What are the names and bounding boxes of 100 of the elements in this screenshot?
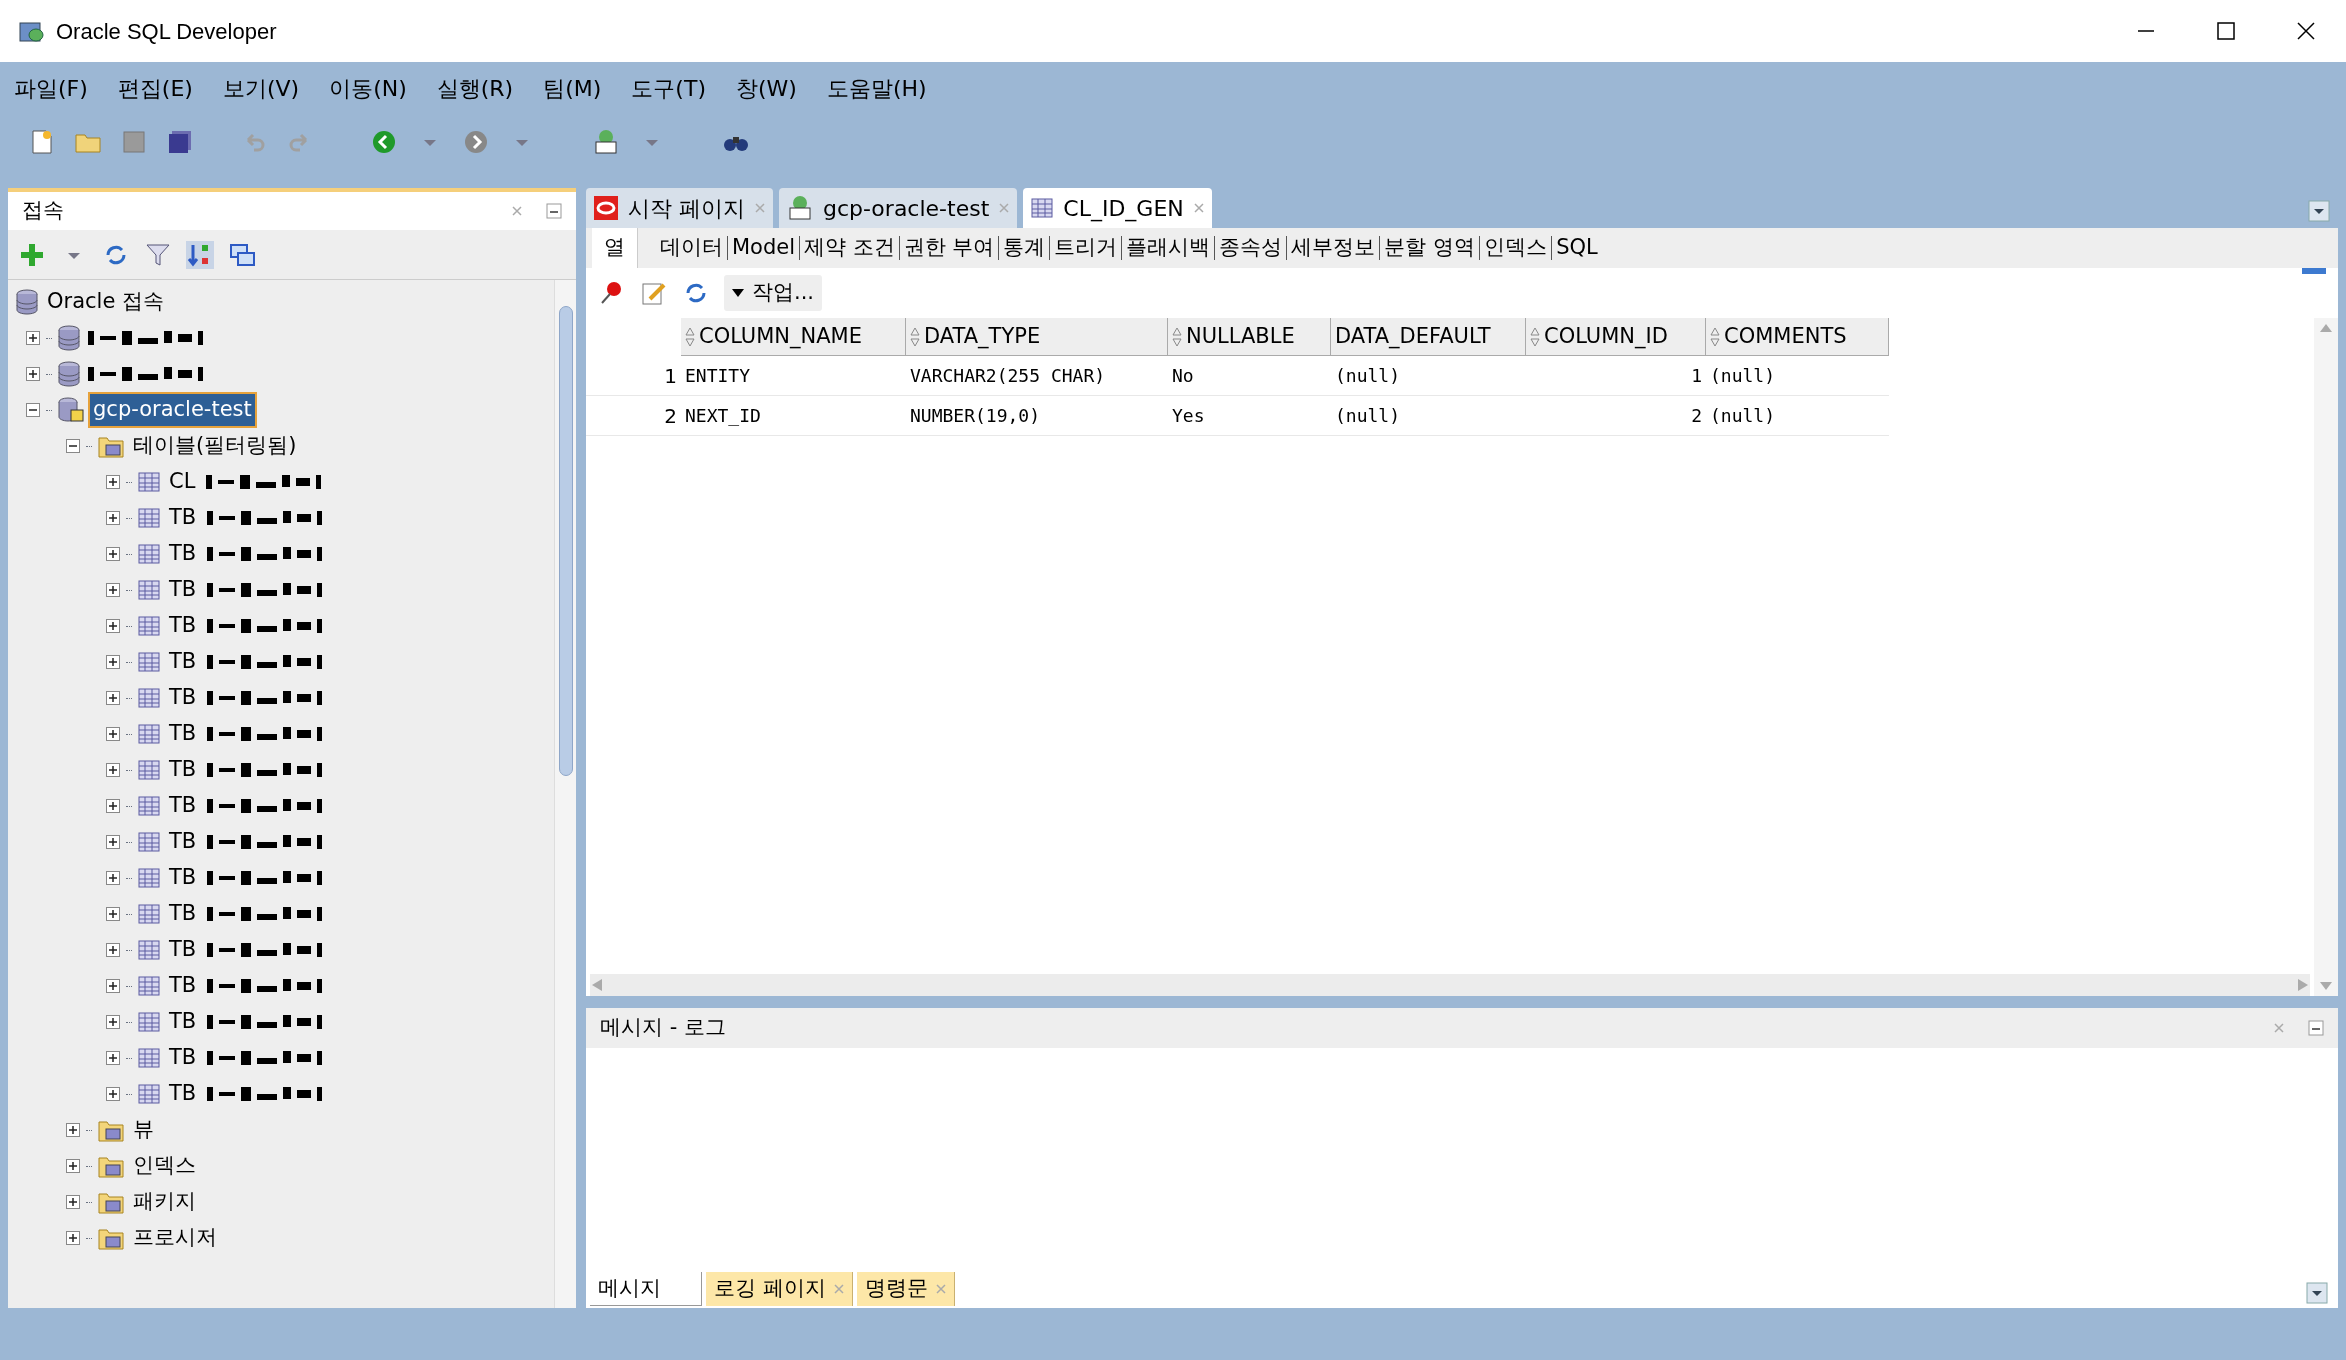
menu-item[interactable]: 파일(F)	[14, 71, 88, 105]
menu-item[interactable]: 창(W)	[735, 71, 797, 105]
column-header[interactable]: DATA_DEFAULT	[1331, 318, 1526, 356]
tree-row[interactable]: TB	[8, 932, 554, 968]
save-all-icon[interactable]	[166, 128, 194, 156]
tree-row[interactable]: TB	[8, 860, 554, 896]
menu-item[interactable]: 도움말(H)	[826, 71, 927, 105]
tree-row[interactable]: TB	[8, 716, 554, 752]
expand-icon[interactable]	[106, 835, 120, 849]
collapse-icon[interactable]	[26, 403, 40, 417]
editor-tab[interactable]: 시작 페이지	[586, 188, 773, 228]
menu-item[interactable]: 팀(M)	[543, 71, 602, 105]
expand-icon[interactable]	[106, 583, 120, 597]
column-header[interactable]: COLUMN_ID	[1526, 318, 1706, 356]
tree-row[interactable]: TB	[8, 608, 554, 644]
tree-row[interactable]: TB	[8, 896, 554, 932]
menu-item[interactable]: 실행(R)	[436, 71, 514, 105]
maximize-icon[interactable]	[2216, 21, 2236, 41]
detail-tab[interactable]: 통계	[999, 232, 1050, 264]
tree-row[interactable]: 인덱스	[8, 1148, 554, 1184]
tree-row[interactable]: TB	[8, 500, 554, 536]
tree-row[interactable]: 테이블(필터링됨)	[8, 428, 554, 464]
detail-tab[interactable]: 제약 조건	[800, 232, 899, 264]
expand-icon[interactable]	[106, 979, 120, 993]
expand-icon[interactable]	[66, 1159, 80, 1173]
expand-icon[interactable]	[106, 1051, 120, 1065]
expand-icon[interactable]	[66, 1123, 80, 1137]
tree-row[interactable]: TB	[8, 1076, 554, 1112]
tree-row[interactable]: TB	[8, 572, 554, 608]
expand-icon[interactable]	[106, 943, 120, 957]
expand-icon[interactable]	[26, 367, 40, 381]
expand-icon[interactable]	[106, 799, 120, 813]
tree-row[interactable]: TB	[8, 536, 554, 572]
detail-tab[interactable]: 인덱스	[1480, 232, 1552, 264]
detail-tab[interactable]: 세부정보	[1287, 232, 1380, 264]
back-icon[interactable]	[370, 128, 398, 156]
log-tab[interactable]: 명령문	[856, 1272, 955, 1306]
close-icon[interactable]	[2296, 21, 2316, 41]
tab-list-icon[interactable]	[2306, 1282, 2328, 1304]
tree-row[interactable]: 뷰	[8, 1112, 554, 1148]
tree-row[interactable]: TB	[8, 788, 554, 824]
expand-icon[interactable]	[106, 475, 120, 489]
sql-worksheet-icon[interactable]	[592, 128, 620, 156]
menu-item[interactable]: 도구(T)	[631, 71, 706, 105]
expand-icon[interactable]	[106, 691, 120, 705]
tree-row[interactable]: TB	[8, 680, 554, 716]
tree-row[interactable]: TB	[8, 1004, 554, 1040]
column-header[interactable]: COMMENTS	[1706, 318, 1889, 356]
tree-row[interactable]: 프로시저	[8, 1220, 554, 1256]
detail-tab[interactable]: 권한 부여	[899, 232, 999, 264]
tree-row[interactable]: TB	[8, 1040, 554, 1076]
expand-icon[interactable]	[26, 331, 40, 345]
forward-icon[interactable]	[462, 128, 490, 156]
expand-icon[interactable]	[106, 907, 120, 921]
scrollbar[interactable]	[554, 280, 576, 1308]
menu-item[interactable]: 편집(E)	[117, 71, 193, 105]
tree-row[interactable]: Oracle 접속	[8, 284, 554, 320]
column-header[interactable]: COLUMN_NAME	[681, 318, 906, 356]
detail-tab[interactable]: SQL	[1552, 232, 1602, 264]
tab-list-icon[interactable]	[2308, 200, 2330, 222]
expand-icon[interactable]	[106, 619, 120, 633]
detail-tab[interactable]: 열	[592, 228, 638, 268]
tree-row[interactable]: TB	[8, 968, 554, 1004]
detail-tab[interactable]: Model	[728, 232, 800, 264]
schema-browser-icon[interactable]	[186, 240, 214, 269]
minimize-panel-icon[interactable]	[2308, 1020, 2324, 1036]
expand-icon[interactable]	[106, 727, 120, 741]
log-tab[interactable]: 로깅 페이지	[706, 1272, 853, 1306]
expand-icon[interactable]	[66, 1195, 80, 1209]
tree-row[interactable]: TB	[8, 824, 554, 860]
expand-icon[interactable]	[106, 1015, 120, 1029]
detail-tab[interactable]: 트리거	[1050, 232, 1122, 264]
column-header[interactable]: DATA_TYPE	[906, 318, 1168, 356]
collapse-icon[interactable]	[66, 439, 80, 453]
editor-tab[interactable]: CL_ID_GEN	[1023, 188, 1212, 228]
detail-tab[interactable]: 플래시백	[1122, 232, 1215, 264]
expand-icon[interactable]	[66, 1231, 80, 1245]
detail-tab[interactable]: 데이터	[656, 232, 727, 264]
tree-row[interactable]: gcp-oracle-test	[8, 392, 554, 428]
expand-icon[interactable]	[106, 1087, 120, 1101]
tree-row[interactable]: CL	[8, 464, 554, 500]
tree-row[interactable]: TB	[8, 644, 554, 680]
tree-row[interactable]: 패키지	[8, 1184, 554, 1220]
tree-row[interactable]: TB	[8, 752, 554, 788]
expand-icon[interactable]	[106, 871, 120, 885]
detail-tab[interactable]: 종속성	[1215, 232, 1287, 264]
editor-tab[interactable]: gcp-oracle-test	[779, 188, 1018, 228]
actions-button[interactable]: 작업...	[724, 275, 823, 311]
log-tab[interactable]: 메시지	[590, 1272, 702, 1306]
expand-icon[interactable]	[106, 511, 120, 525]
column-header[interactable]: NULLABLE	[1168, 318, 1331, 356]
minimize-panel-icon[interactable]	[546, 203, 562, 219]
menu-item[interactable]: 보기(V)	[222, 71, 300, 105]
menu-item[interactable]: 이동(N)	[329, 71, 407, 105]
expand-icon[interactable]	[106, 655, 120, 669]
expand-icon[interactable]	[106, 763, 120, 777]
split-handle[interactable]	[2302, 268, 2326, 274]
detail-tab[interactable]: 분할 영역	[1380, 232, 1480, 264]
sql-worksheet-icon	[787, 195, 813, 221]
expand-icon[interactable]	[106, 547, 120, 561]
